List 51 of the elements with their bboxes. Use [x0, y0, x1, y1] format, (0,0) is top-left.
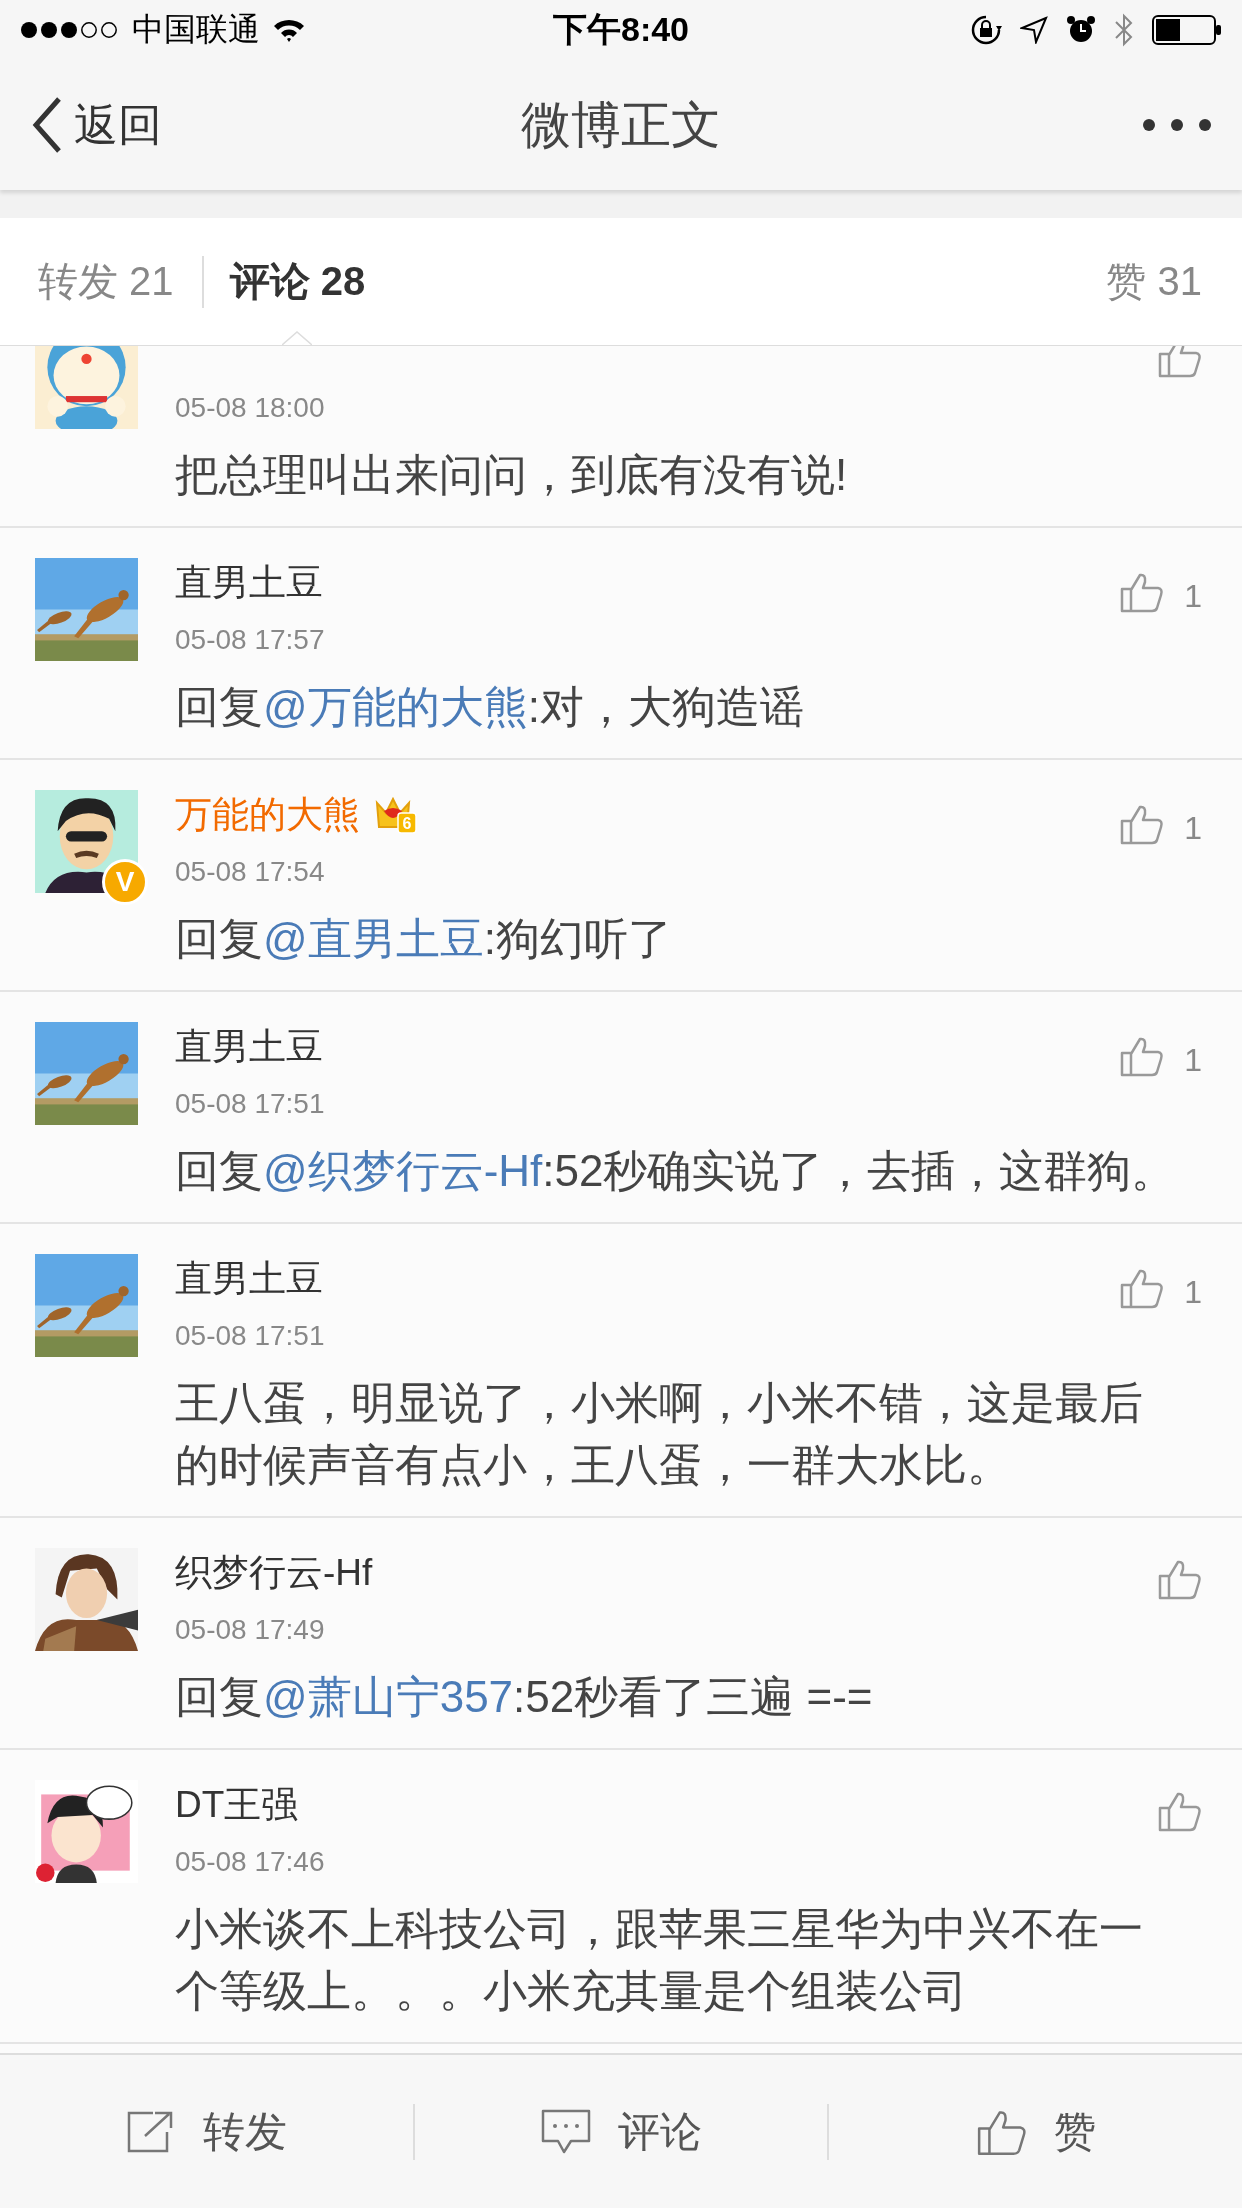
like-count: 1: [1184, 810, 1202, 847]
comment-date: 05-08 17:51: [175, 1087, 326, 1121]
comment-date: 05-08 17:54: [175, 855, 326, 889]
user-name[interactable]: 直男土豆: [175, 1254, 323, 1304]
like-count: 1: [1184, 1042, 1202, 1079]
tab[interactable]: 转发 21: [38, 218, 174, 345]
tab[interactable]: 赞 31: [1106, 218, 1202, 345]
comment-date: 05-08 17:49: [175, 1613, 326, 1647]
comment-text: 回复@万能的大熊:对，大狗造谣: [175, 681, 805, 733]
comment-text: 回复@萧山宁357:52秒看了三遍 =-=: [175, 1671, 874, 1723]
comment-text: 小米谈不上科技公司，跟苹果三星华为中兴不在一个等级上。。。小米充其量是个组装公司: [175, 1903, 1144, 2017]
signal-icon: [20, 21, 120, 39]
page-title: 微博正文: [521, 95, 721, 155]
comment-text: 王八蛋，明显说了，小米啊，小米不错，这是最后的时候声音有点小，王八蛋，一群大水比。: [175, 1377, 1144, 1491]
comment-icon: [540, 2107, 592, 2156]
toolbar-button[interactable]: 赞: [829, 2055, 1242, 2208]
toolbar-button[interactable]: 转发: [0, 2055, 413, 2208]
chevron-left-icon: [32, 97, 62, 153]
more-icon: [1142, 118, 1212, 132]
mention-link[interactable]: @萧山宁357: [263, 1672, 514, 1721]
thumbs-up-icon[interactable]: [1158, 346, 1202, 378]
comment-text: 把总理叫出来问问，到底有没有说!: [175, 449, 849, 501]
bluetooth-icon: [1114, 13, 1134, 47]
clock-time: 下午8:40: [552, 9, 690, 50]
thumbs-up-icon[interactable]: [1158, 1790, 1202, 1832]
location-icon: [1020, 16, 1048, 44]
comment-text: 回复@直男土豆:狗幻听了: [175, 913, 673, 965]
comment-date: 05-08 17:46: [175, 1845, 326, 1879]
rotation-lock-icon: [970, 14, 1002, 46]
comment-date: 05-08 18:00: [175, 391, 326, 425]
mention-link[interactable]: @万能的大熊: [263, 682, 528, 731]
mention-link[interactable]: @直男土豆: [263, 914, 484, 963]
tab[interactable]: 评论 28: [229, 218, 366, 345]
mention-link[interactable]: @织梦行云-Hf: [263, 1146, 543, 1195]
user-name[interactable]: 直男土豆: [175, 1022, 323, 1072]
battery-icon: [1152, 15, 1222, 45]
user-name[interactable]: DT王强: [175, 1780, 299, 1830]
toolbar-button[interactable]: 评论: [414, 2055, 828, 2208]
thumbs-up-icon[interactable]: [1158, 1558, 1202, 1600]
like-count: 1: [1184, 1274, 1202, 1311]
comment-date: 05-08 17:51: [175, 1319, 326, 1353]
carrier-name: 中国联通: [132, 10, 260, 49]
verified-badge: V: [102, 859, 148, 905]
wifi-icon: [272, 17, 306, 43]
back-button[interactable]: 返回: [32, 95, 162, 155]
comment-text: 回复@织梦行云-Hf:52秒确实说了，去插，这群狗。: [175, 1145, 1177, 1197]
like-count: 1: [1184, 578, 1202, 615]
user-name[interactable]: 直男土豆: [175, 558, 323, 608]
user-name[interactable]: 织梦行云-Hf: [175, 1548, 373, 1598]
alarm-icon: [1066, 15, 1096, 45]
comment-date: 05-08 17:57: [175, 623, 326, 657]
